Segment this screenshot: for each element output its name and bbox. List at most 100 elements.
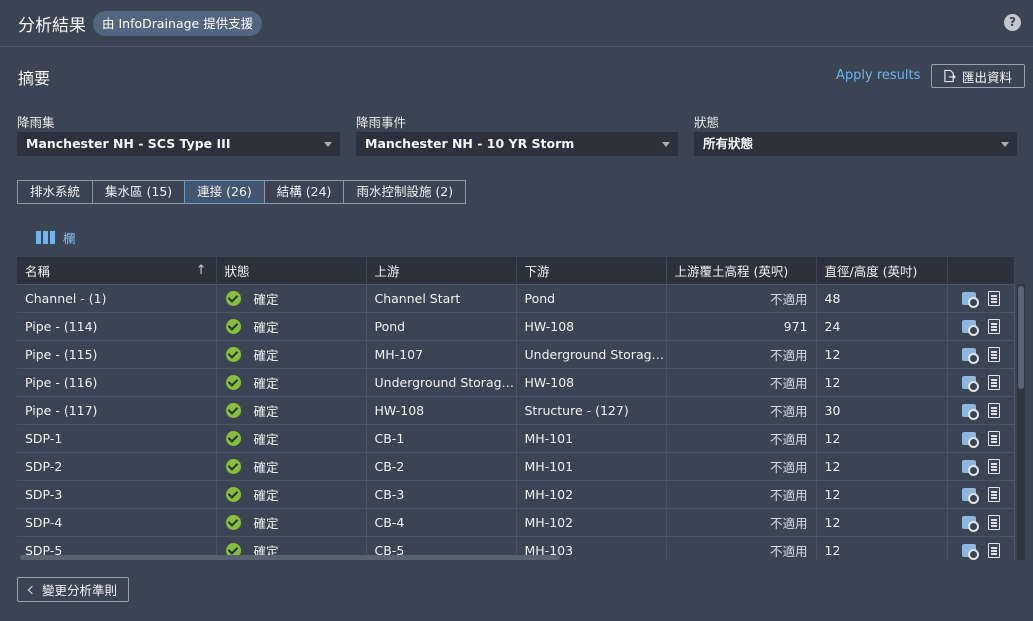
check-circle-icon [225, 346, 241, 362]
report-icon[interactable] [987, 458, 1000, 474]
column-header-name[interactable]: 名稱 ↑ [17, 257, 217, 284]
cell-upstream: CB-3 [366, 479, 517, 508]
report-icon[interactable] [987, 542, 1000, 558]
check-circle-icon [225, 458, 241, 474]
zoom-to-icon[interactable] [961, 487, 979, 504]
table-row[interactable]: SDP-4 確定 CB-4 MH-102 不適用 12 [17, 507, 1015, 536]
rainfall-event-value: Manchester NH - 10 YR Storm [365, 136, 575, 151]
cell-actions [947, 423, 1015, 452]
zoom-to-icon[interactable] [961, 459, 979, 476]
cell-upstream-cover: 不適用 [666, 507, 817, 536]
rainfall-event-select[interactable]: Manchester NH - 10 YR Storm [356, 132, 678, 156]
cell-actions [947, 339, 1015, 368]
cell-upstream: Underground Storage ... [366, 367, 517, 396]
table-row[interactable]: Channel - (1) 確定 Channel Start Pond 不適用 48 [17, 283, 1015, 312]
change-criteria-label: 變更分析準則 [41, 583, 117, 598]
cell-status: 確定 [216, 507, 367, 536]
report-icon[interactable] [987, 374, 1000, 390]
report-icon[interactable] [987, 290, 1000, 306]
zoom-to-icon[interactable] [961, 347, 979, 364]
columns-button[interactable]: 欄 [36, 228, 76, 247]
check-circle-icon [225, 486, 241, 502]
status-text: 確定 [253, 459, 279, 475]
horizontal-scrollbar-thumb[interactable] [20, 555, 560, 560]
report-icon[interactable] [987, 514, 1000, 530]
chevron-left-icon [27, 585, 37, 595]
table-row[interactable]: Pipe - (117) 確定 HW-108 Structure - (127) 不適用… [17, 395, 1015, 424]
zoom-to-icon[interactable] [961, 403, 979, 420]
status-text: 確定 [253, 291, 279, 307]
summary-title: 摘要 [18, 69, 51, 88]
vertical-scrollbar[interactable] [1017, 284, 1025, 560]
infodrainage-badge: 由 InfoDrainage 提供支援 [93, 11, 263, 36]
tab-stormwater-controls[interactable]: 雨水控制設施 (2) [343, 180, 467, 204]
tab-structures[interactable]: 結構 (24) [263, 180, 345, 204]
tab-connections[interactable]: 連接 (26) [184, 180, 265, 204]
cell-diameter: 30 [816, 395, 948, 424]
cell-downstream: Underground Storage ... [516, 339, 667, 368]
results-table: 名稱 ↑ 狀態 上游 下游 上游覆土高程 (英呎) 直徑/高度 (英吋) Chan… [17, 257, 1025, 560]
status-text: 確定 [253, 347, 279, 363]
report-icon[interactable] [987, 402, 1000, 418]
zoom-to-icon[interactable] [961, 431, 979, 448]
column-header-status[interactable]: 狀態 [216, 257, 367, 284]
table-row[interactable]: Pipe - (115) 確定 MH-107 Underground Storage … [17, 339, 1015, 368]
report-icon[interactable] [987, 430, 1000, 446]
cell-upstream-cover: 不適用 [666, 339, 817, 368]
report-icon[interactable] [987, 346, 1000, 362]
report-icon[interactable] [987, 318, 1000, 334]
column-header-downstream[interactable]: 下游 [516, 257, 667, 284]
table-row[interactable]: Pipe - (116) 確定 Underground Storage ... HW-… [17, 367, 1015, 396]
cell-upstream: MH-107 [366, 339, 517, 368]
zoom-to-icon[interactable] [961, 291, 979, 308]
table-row[interactable]: SDP-2 確定 CB-2 MH-101 不適用 12 [17, 451, 1015, 480]
column-header-upstream[interactable]: 上游 [366, 257, 517, 284]
cell-status: 確定 [216, 311, 367, 340]
table-row[interactable]: SDP-1 確定 CB-1 MH-101 不適用 12 [17, 423, 1015, 452]
report-icon[interactable] [987, 486, 1000, 502]
status-filter-select[interactable]: 所有狀態 [694, 132, 1017, 156]
cell-upstream-cover: 不適用 [666, 535, 817, 560]
cell-upstream: HW-108 [366, 395, 517, 424]
cell-status: 確定 [216, 423, 367, 452]
tab-drainage-system[interactable]: 排水系統 [17, 180, 94, 204]
cell-upstream-cover: 不適用 [666, 451, 817, 480]
tab-catchments[interactable]: 集水區 (15) [92, 180, 186, 204]
cell-name: Pipe - (115) [17, 339, 217, 368]
cell-name: SDP-2 [17, 451, 217, 480]
cell-diameter: 48 [816, 283, 948, 312]
cell-diameter: 24 [816, 311, 948, 340]
chevron-down-icon [324, 142, 332, 147]
cell-name: Pipe - (114) [17, 311, 217, 340]
help-icon[interactable]: ? [1004, 14, 1021, 31]
zoom-to-icon[interactable] [961, 375, 979, 392]
cell-actions [947, 535, 1015, 560]
change-criteria-button[interactable]: 變更分析準則 [17, 577, 129, 602]
cell-name: SDP-1 [17, 423, 217, 452]
cell-diameter: 12 [816, 423, 948, 452]
export-data-button[interactable]: 匯出資料 [931, 64, 1025, 88]
table-row[interactable]: SDP-3 確定 CB-3 MH-102 不適用 12 [17, 479, 1015, 508]
zoom-to-icon[interactable] [961, 319, 979, 336]
export-icon [944, 69, 956, 83]
app-title: 分析結果 [18, 16, 86, 36]
cell-upstream: Channel Start [366, 283, 517, 312]
cell-actions [947, 479, 1015, 508]
cell-status: 確定 [216, 339, 367, 368]
zoom-to-icon[interactable] [961, 543, 979, 560]
cell-diameter: 12 [816, 507, 948, 536]
column-header-diameter[interactable]: 直徑/高度 (英吋) [816, 257, 948, 284]
table-row[interactable]: Pipe - (114) 確定 Pond HW-108 971 24 [17, 311, 1015, 340]
zoom-to-icon[interactable] [961, 515, 979, 532]
cell-actions [947, 367, 1015, 396]
vertical-scrollbar-thumb[interactable] [1018, 286, 1024, 389]
cell-upstream-cover: 不適用 [666, 283, 817, 312]
check-circle-icon [225, 318, 241, 334]
column-header-upstream-cover[interactable]: 上游覆土高程 (英呎) [666, 257, 817, 284]
apply-results-link[interactable]: Apply results [836, 68, 920, 83]
sort-ascending-icon[interactable]: ↑ [196, 263, 207, 278]
column-header-actions [947, 257, 1015, 284]
cell-status: 確定 [216, 367, 367, 396]
cell-downstream: HW-108 [516, 311, 667, 340]
rainfall-set-select[interactable]: Manchester NH - SCS Type III [17, 132, 340, 156]
